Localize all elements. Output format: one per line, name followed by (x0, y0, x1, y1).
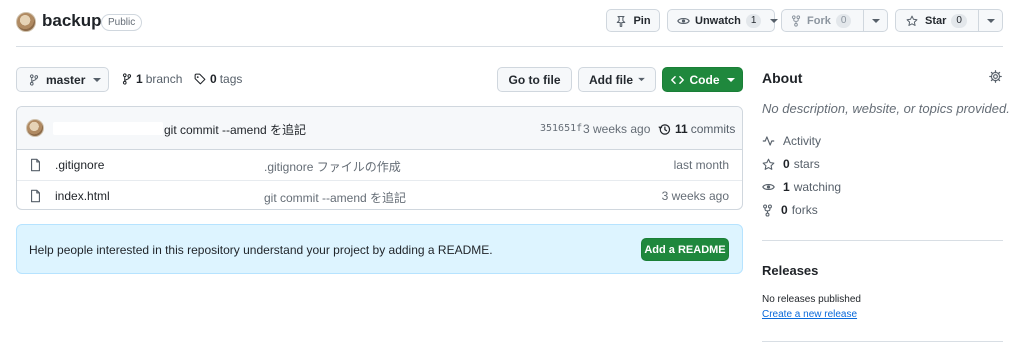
chevron-down-icon (726, 77, 735, 83)
branch-label: branch (145, 72, 183, 86)
git-branch-icon (29, 73, 39, 86)
pin-icon (615, 15, 627, 27)
pin-button[interactable]: Pin (606, 9, 660, 32)
activity-link[interactable]: Activity (762, 134, 821, 148)
tag-count: 0 (210, 72, 217, 86)
file-commit-time: 3 weeks ago (661, 189, 729, 203)
fork-count: 0 (835, 13, 852, 28)
file-commit-message[interactable]: git commit --amend を追記 (264, 189, 406, 206)
tag-label: tags (219, 72, 243, 86)
chevron-down-icon (638, 77, 645, 82)
file-list-box: git commit --amend を追記 351651f 3 weeks a… (16, 106, 743, 210)
code-icon (670, 75, 684, 85)
activity-label: Activity (783, 134, 822, 148)
commit-author-redacted (53, 122, 163, 135)
stars-label: stars (793, 157, 820, 171)
watching-link[interactable]: 1 watching (762, 180, 841, 194)
file-icon (30, 189, 41, 203)
watch-dropdown-icon[interactable] (770, 18, 779, 24)
eye-icon (762, 183, 775, 191)
pulse-icon (762, 136, 775, 146)
file-row[interactable]: .gitignore .gitignore ファイルの作成 last month (17, 150, 742, 180)
about-description: No description, website, or topics provi… (762, 101, 1010, 116)
add-readme-button[interactable]: Add a README (641, 238, 729, 261)
stars-link[interactable]: 0 stars (762, 157, 820, 171)
fork-icon (763, 203, 772, 217)
watching-count: 1 (783, 180, 790, 194)
latest-commit-message[interactable]: git commit --amend を追記 (164, 121, 306, 138)
chevron-down-icon (93, 77, 102, 83)
add-file-label: Add file (589, 72, 633, 87)
go-to-file-button[interactable]: Go to file (497, 67, 572, 92)
fork-dropdown-button[interactable] (863, 10, 887, 31)
forks-link[interactable]: 0 forks (762, 203, 818, 217)
file-row[interactable]: index.html git commit --amend を追記 3 week… (17, 180, 742, 209)
fork-button-group[interactable]: Fork 0 (781, 9, 888, 32)
forks-count: 0 (781, 203, 788, 217)
star-count: 0 (951, 13, 967, 28)
watching-label: watching (793, 180, 842, 194)
visibility-badge: Public (101, 14, 143, 31)
owner-avatar[interactable] (16, 12, 36, 32)
code-button[interactable]: Code (662, 67, 743, 92)
code-label: Code (689, 72, 720, 87)
chevron-down-icon (986, 18, 995, 23)
go-to-file-label: Go to file (508, 72, 561, 87)
file-name[interactable]: index.html (55, 189, 110, 203)
releases-title[interactable]: Releases (762, 263, 818, 278)
file-commit-time: last month (673, 158, 729, 172)
readme-banner: Help people interested in this repositor… (16, 224, 743, 274)
tags-link[interactable]: 0 tags (194, 72, 242, 86)
star-button-group[interactable]: Star 0 (895, 9, 1003, 32)
star-dropdown-button[interactable] (978, 10, 1002, 31)
branch-name: master (46, 72, 86, 87)
stars-count: 0 (783, 157, 790, 171)
history-icon (658, 123, 671, 136)
fork-icon (791, 14, 801, 27)
about-title: About (762, 70, 803, 86)
file-rows: .gitignore .gitignore ファイルの作成 last month… (17, 150, 742, 209)
file-icon (30, 158, 41, 172)
git-branch-icon (122, 73, 132, 85)
file-commit-message[interactable]: .gitignore ファイルの作成 (264, 158, 401, 175)
latest-commit-bar: git commit --amend を追記 351651f 3 weeks a… (17, 107, 742, 150)
commit-count: 11 (675, 122, 688, 136)
releases-empty-text: No releases published (762, 294, 861, 305)
unwatch-button[interactable]: Unwatch 1 (667, 9, 779, 32)
branches-link[interactable]: 1 branch (122, 72, 182, 86)
star-icon (906, 15, 918, 27)
watch-count: 1 (745, 13, 762, 28)
eye-icon (677, 15, 690, 27)
commits-link[interactable]: 11 commits (658, 122, 735, 136)
unwatch-label: Unwatch (695, 14, 741, 27)
gear-icon[interactable] (989, 70, 1002, 83)
fork-label: Fork (807, 14, 831, 27)
readme-banner-text: Help people interested in this repositor… (29, 243, 493, 257)
branch-count: 1 (136, 72, 143, 86)
repo-name[interactable]: backup (42, 11, 102, 31)
commit-label: commits (690, 122, 736, 136)
star-icon (762, 158, 775, 170)
branch-select-button[interactable]: master (16, 67, 109, 92)
releases-divider (762, 341, 1003, 342)
chevron-down-icon (871, 18, 880, 23)
pin-label: Pin (633, 14, 651, 27)
tag-icon (194, 73, 206, 85)
file-name[interactable]: .gitignore (55, 158, 104, 172)
commit-sha[interactable]: 351651f (540, 123, 582, 134)
create-release-link[interactable]: Create a new release (762, 309, 857, 320)
commit-author-avatar[interactable] (26, 119, 44, 137)
header-divider (16, 46, 1003, 47)
forks-label: forks (791, 203, 818, 217)
about-divider (762, 240, 1003, 241)
commit-time: 3 weeks ago (583, 122, 651, 136)
add-file-button[interactable]: Add file (578, 67, 656, 92)
star-label: Star (925, 14, 947, 27)
